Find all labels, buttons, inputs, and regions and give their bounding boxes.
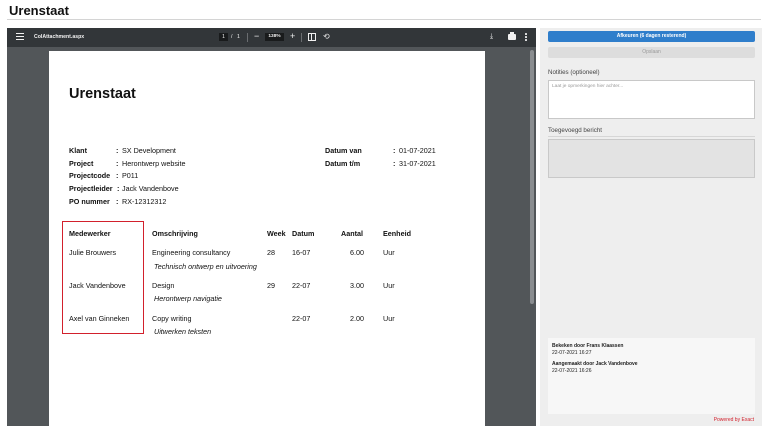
cell-description: Engineering consultancy bbox=[152, 248, 231, 257]
cell-week: 29 bbox=[267, 281, 275, 290]
message-divider bbox=[548, 136, 755, 137]
meta-label: Datum van bbox=[325, 146, 362, 155]
toolbar-divider bbox=[301, 33, 302, 42]
page-title: Urenstaat bbox=[9, 3, 69, 18]
meta-label: Klant bbox=[69, 146, 87, 155]
cell-note: Herontwerp navigatie bbox=[154, 294, 222, 303]
powered-by-link[interactable]: Powered by Exact bbox=[714, 417, 754, 423]
fit-page-icon[interactable] bbox=[308, 33, 316, 41]
meta-colon: : bbox=[116, 146, 119, 155]
meta-label: Project bbox=[69, 159, 94, 168]
cell-unit: Uur bbox=[383, 248, 395, 257]
history-panel: Bekeken door Frans Klaassen 22-07-2021 1… bbox=[548, 338, 755, 414]
cell-amount: 3.00 bbox=[350, 281, 364, 290]
menu-icon[interactable] bbox=[16, 33, 24, 41]
minus-icon[interactable]: − bbox=[254, 31, 259, 41]
viewer-toolbar: CoIAttachment.aspx 1 / 1 − 138% + ⟲ ⤓ bbox=[7, 28, 536, 47]
meta-value: Jack Vandenbove bbox=[122, 184, 179, 193]
meta-value: SX Development bbox=[122, 146, 176, 155]
notes-label: Notities (optioneel) bbox=[548, 69, 600, 76]
employee-column-highlight bbox=[62, 221, 144, 334]
page-separator: / bbox=[231, 34, 233, 40]
meta-value: 01-07-2021 bbox=[399, 146, 436, 155]
history-entry-time: 22-07-2021 16:26 bbox=[552, 368, 592, 374]
history-entry-title: Aangemaakt door Jack Vandenbove bbox=[552, 361, 638, 367]
meta-label: Datum t/m bbox=[325, 159, 361, 168]
meta-label: PO nummer bbox=[69, 197, 110, 206]
pdf-page: Urenstaat Klant : SX Development Project… bbox=[49, 51, 485, 426]
plus-icon[interactable]: + bbox=[290, 31, 295, 41]
toolbar-divider bbox=[247, 33, 248, 42]
meta-value: 31-07-2021 bbox=[399, 159, 436, 168]
cell-unit: Uur bbox=[383, 314, 395, 323]
print-icon[interactable] bbox=[508, 32, 516, 40]
col-header-amount: Aantal bbox=[341, 229, 363, 238]
cell-date: 16-07 bbox=[292, 248, 311, 257]
cell-date: 22-07 bbox=[292, 314, 311, 323]
meta-colon: : bbox=[393, 146, 396, 155]
cell-amount: 2.00 bbox=[350, 314, 364, 323]
reject-button[interactable]: Afkeuren (6 dagen resterend) bbox=[548, 31, 755, 42]
title-divider bbox=[7, 19, 761, 20]
meta-label: Projectleider bbox=[69, 184, 113, 193]
meta-colon: : bbox=[116, 171, 119, 180]
rotate-icon[interactable]: ⟲ bbox=[323, 32, 330, 42]
added-message-box bbox=[548, 139, 755, 178]
cell-week: 28 bbox=[267, 248, 275, 257]
zoom-input[interactable]: 138% bbox=[265, 33, 284, 41]
pdf-viewer: CoIAttachment.aspx 1 / 1 − 138% + ⟲ ⤓ Ur… bbox=[7, 28, 536, 426]
meta-colon: : bbox=[393, 159, 396, 168]
file-name: CoIAttachment.aspx bbox=[34, 34, 85, 40]
meta-value: Herontwerp website bbox=[122, 159, 186, 168]
cell-amount: 6.00 bbox=[350, 248, 364, 257]
history-entry-title: Bekeken door Frans Klaassen bbox=[552, 343, 624, 349]
document-title: Urenstaat bbox=[69, 86, 136, 102]
cell-note: Technisch ontwerp en uitvoering bbox=[154, 262, 257, 271]
col-header-description: Omschrijving bbox=[152, 229, 198, 238]
save-button[interactable]: Opslaan bbox=[548, 47, 755, 58]
cell-note: Uitwerken teksten bbox=[154, 327, 212, 336]
more-icon[interactable] bbox=[525, 33, 527, 42]
col-header-unit: Eenheid bbox=[383, 229, 411, 238]
col-header-date: Datum bbox=[292, 229, 315, 238]
col-header-week: Week bbox=[267, 229, 286, 238]
cell-date: 22-07 bbox=[292, 281, 311, 290]
message-label: Toegevoegd bericht bbox=[548, 127, 603, 134]
viewer-scrollbar-thumb[interactable] bbox=[530, 50, 534, 304]
cell-description: Design bbox=[152, 281, 175, 290]
meta-value: RX-12312312 bbox=[122, 197, 167, 206]
cell-description: Copy writing bbox=[152, 314, 192, 323]
meta-value: P011 bbox=[122, 171, 139, 180]
notes-field[interactable]: Laat je opmerkingen hier achter... bbox=[548, 80, 755, 119]
history-entry-time: 22-07-2021 16:27 bbox=[552, 350, 592, 356]
meta-colon: : bbox=[116, 159, 119, 168]
page-number-input[interactable]: 1 bbox=[219, 33, 228, 41]
meta-label: Projectcode bbox=[69, 171, 111, 180]
approval-sidebar: Afkeuren (6 dagen resterend) Opslaan Not… bbox=[540, 28, 762, 426]
cell-unit: Uur bbox=[383, 281, 395, 290]
page-total: 1 bbox=[237, 34, 240, 40]
meta-colon: : bbox=[116, 197, 119, 206]
download-icon[interactable]: ⤓ bbox=[490, 32, 493, 42]
meta-colon: : bbox=[117, 184, 120, 193]
